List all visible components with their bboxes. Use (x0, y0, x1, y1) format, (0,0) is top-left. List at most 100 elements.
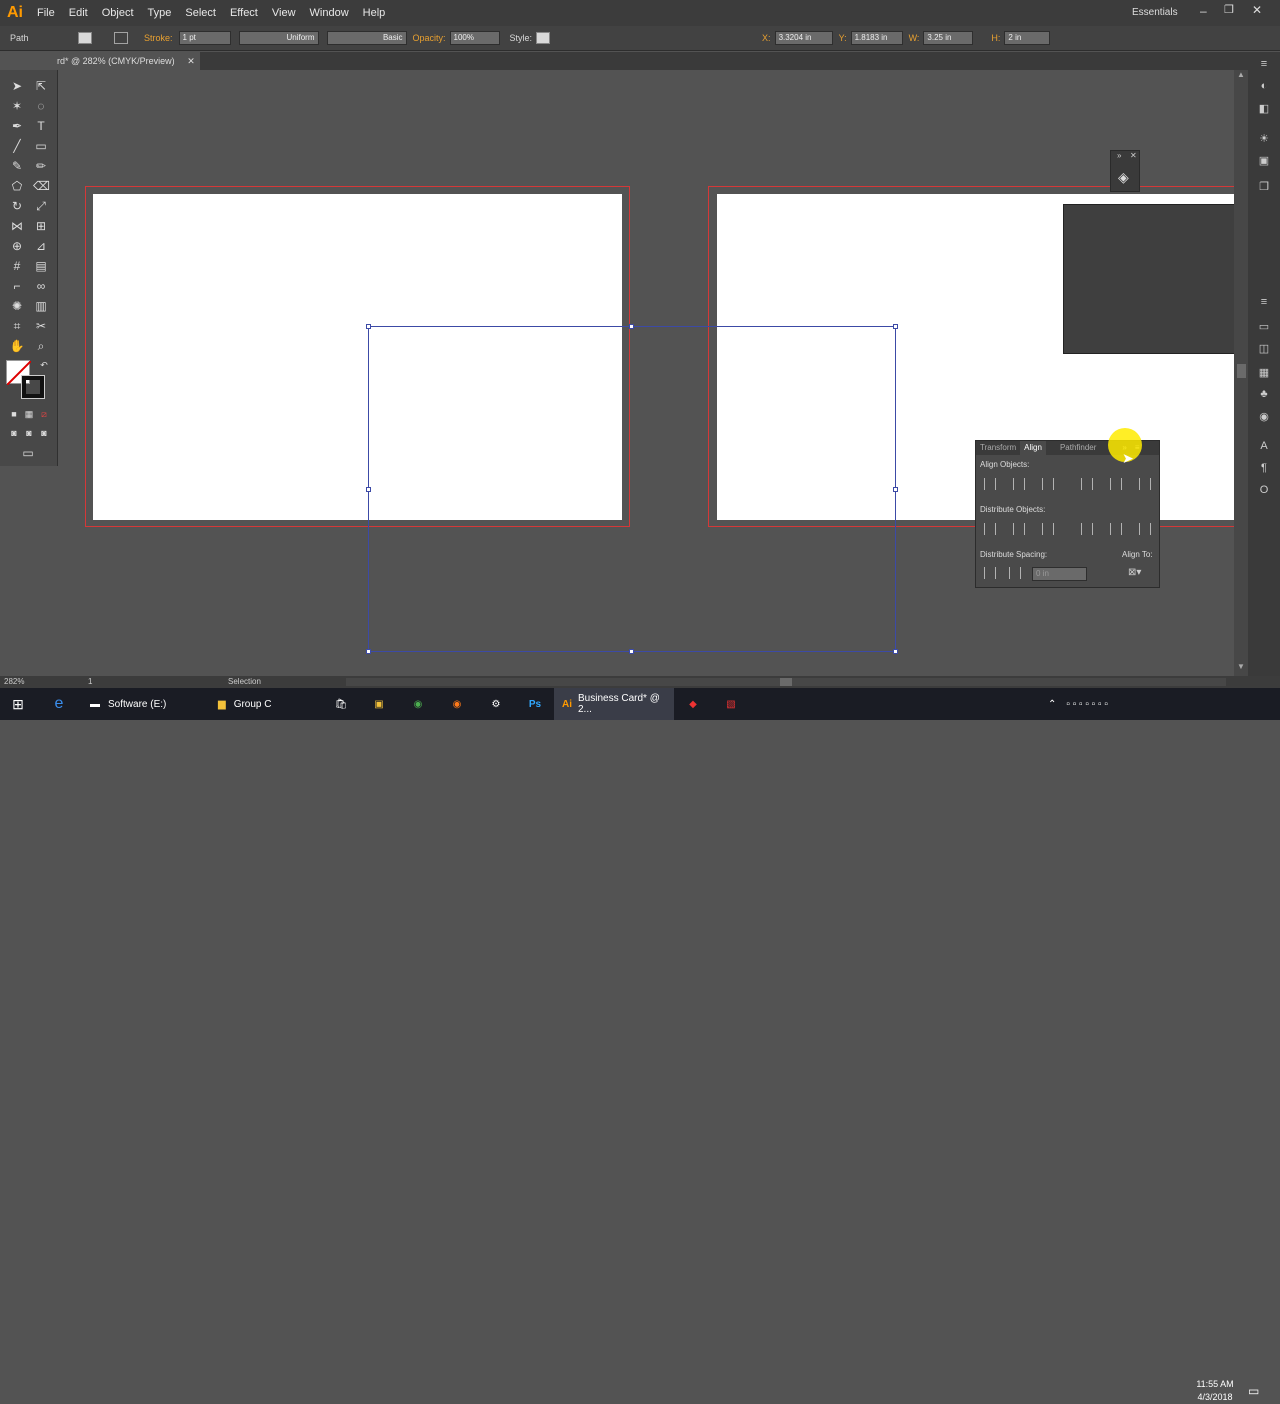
slice-tool-icon[interactable]: ✂ (33, 319, 49, 333)
opentype-panel-icon[interactable]: O (1257, 484, 1271, 496)
align-to-dropdown[interactable]: ⊠▾ (1128, 567, 1141, 578)
mesh-tool-icon[interactable]: # (9, 259, 25, 273)
appearance-panel-icon[interactable]: ☀ (1257, 132, 1271, 145)
handle-bottom-right[interactable] (893, 649, 898, 654)
handle-bottom-left[interactable] (366, 649, 371, 654)
chrome-icon[interactable]: ◉ (398, 688, 438, 720)
pdf-app-icon[interactable]: ▧ (712, 688, 750, 720)
close-icon[interactable]: ✕ (1252, 3, 1262, 17)
selection-tool-icon[interactable]: ➤ (9, 79, 25, 93)
handle-top-left[interactable] (366, 324, 371, 329)
taskbar-illustrator-window[interactable]: Ai Business Card* @ 2... (554, 688, 674, 720)
align-horizontal-center-icon[interactable] (1013, 478, 1025, 490)
menu-edit[interactable]: Edit (62, 0, 95, 26)
close-panel-icon[interactable]: ✕ (1130, 151, 1137, 160)
menu-select[interactable]: Select (178, 0, 223, 26)
handle-bottom-center[interactable] (629, 649, 634, 654)
zoom-level[interactable]: 282% (4, 677, 24, 686)
x-field[interactable]: 3.3204 in (774, 31, 833, 45)
graphic-styles-icon[interactable]: ▣ (1257, 154, 1271, 167)
selected-path[interactable] (368, 326, 896, 652)
free-transform-tool-icon[interactable]: ⊞ (33, 219, 49, 233)
align-vertical-center-icon[interactable] (1110, 478, 1122, 490)
draw-behind-icon[interactable]: ◙ (21, 426, 37, 440)
shaper-tool-icon[interactable]: ⬠ (9, 179, 25, 193)
scale-tool-icon[interactable]: ⤢ (33, 199, 49, 213)
notification-icon[interactable]: ▭ (1248, 1384, 1259, 1398)
swatches-panel-icon[interactable]: ▦ (1257, 366, 1271, 379)
paintbrush-tool-icon[interactable]: ✎ (9, 159, 25, 173)
menu-view[interactable]: View (265, 0, 303, 26)
tray-icons[interactable]: ▫ ▫ ▫ ▫ ▫ ▫ ▫ (1066, 688, 1107, 720)
document-tab[interactable]: rd* @ 282% (CMYK/Preview) ✕ (0, 52, 200, 70)
color-guide-icon[interactable]: ◧ (1257, 102, 1271, 115)
firefox-icon[interactable]: ◉ (438, 688, 476, 720)
pencil-tool-icon[interactable]: ✏ (33, 159, 49, 173)
gradient-mode-icon[interactable]: ▦ (21, 407, 37, 421)
stroke-color-swatch[interactable] (21, 375, 45, 399)
spacing-value-field[interactable]: 0 in (1032, 567, 1087, 581)
paragraph-panel-icon[interactable]: ¶ (1257, 462, 1271, 474)
expand-panel-icon[interactable]: » (1117, 151, 1121, 160)
style-swatch[interactable] (536, 32, 551, 44)
h-field[interactable]: 2 in (1004, 31, 1051, 45)
eyedropper-tool-icon[interactable]: ⌐ (9, 279, 25, 293)
minimize-icon[interactable]: – (1200, 4, 1207, 18)
handle-top-center[interactable] (629, 324, 634, 329)
stroke-panel-icon[interactable]: ≡ (1257, 296, 1271, 308)
vertical-scrollbar[interactable]: ▲ ▼ (1234, 70, 1248, 676)
page-number[interactable]: 1 (88, 677, 92, 686)
brushes-panel-icon[interactable]: ◉ (1257, 410, 1271, 423)
align-bottom-icon[interactable] (1139, 478, 1151, 490)
handle-middle-left[interactable] (366, 487, 371, 492)
draw-inside-icon[interactable]: ◙ (36, 426, 52, 440)
dock-menu-icon[interactable]: ≡ (1257, 58, 1271, 70)
menu-help[interactable]: Help (356, 0, 393, 26)
explorer-icon[interactable]: ▣ (360, 688, 398, 720)
perspective-grid-tool-icon[interactable]: ⊿ (33, 239, 49, 253)
menu-object[interactable]: Object (95, 0, 141, 26)
y-field[interactable]: 1.8183 in (850, 31, 903, 45)
opacity-field[interactable]: 100% (449, 31, 500, 45)
distribute-horizontal-center-icon[interactable] (1110, 523, 1122, 535)
gradient-tool-icon[interactable]: ▤ (33, 259, 49, 273)
workspace-switcher[interactable]: Essentials (1132, 7, 1178, 18)
width-tool-icon[interactable]: ⋈ (9, 219, 25, 233)
menu-file[interactable]: File (30, 0, 62, 26)
color-mode-icon[interactable]: ■ (6, 407, 22, 421)
layers-icon[interactable]: ◈ (1118, 169, 1129, 186)
scroll-down-icon[interactable]: ▼ (1237, 662, 1245, 671)
none-mode-icon[interactable]: ⧄ (36, 407, 52, 421)
screen-mode-icon[interactable]: ▭ (20, 446, 36, 460)
taskbar-folder-group-c[interactable]: ▆ Group C (202, 688, 322, 720)
align-top-icon[interactable] (1081, 478, 1093, 490)
vertical-distribute-space-icon[interactable] (984, 567, 996, 579)
menu-window[interactable]: Window (303, 0, 356, 26)
scroll-up-icon[interactable]: ▲ (1237, 70, 1245, 79)
line-tool-icon[interactable]: ╱ (9, 139, 25, 153)
brush-select[interactable]: Basic (326, 31, 407, 45)
rotate-tool-icon[interactable]: ↻ (9, 199, 25, 213)
draw-normal-icon[interactable]: ◙ (6, 426, 22, 440)
align-left-icon[interactable] (984, 478, 996, 490)
distribute-top-icon[interactable] (984, 523, 996, 535)
taskbar-drive-software[interactable]: ▬ Software (E:) (82, 688, 202, 720)
transparency-panel-icon[interactable]: ◫ (1257, 342, 1271, 355)
app-icon[interactable]: ⚙ (476, 688, 516, 720)
color-panel-icon[interactable]: ◐ (1257, 80, 1271, 92)
lasso-tool-icon[interactable]: ◌ (33, 99, 49, 113)
direct-selection-tool-icon[interactable]: ⇱ (33, 79, 49, 93)
hscroll-thumb[interactable] (780, 678, 792, 686)
handle-middle-right[interactable] (893, 487, 898, 492)
tab-align[interactable]: Align (1020, 441, 1046, 455)
stroke-swatch[interactable] (114, 32, 128, 44)
red-app-icon[interactable]: ◆ (674, 688, 712, 720)
w-field[interactable]: 3.25 in (923, 31, 974, 45)
maximize-icon[interactable]: ❐ (1224, 3, 1234, 16)
swap-colors-icon[interactable]: ↶ (36, 358, 52, 372)
zoom-tool-icon[interactable]: ⌕ (33, 339, 49, 353)
hand-tool-icon[interactable]: ✋ (9, 339, 25, 353)
clock[interactable]: 11:55 AM 4/3/2018 (1192, 1378, 1238, 1404)
tab-pathfinder[interactable]: Pathfinder (1056, 441, 1100, 455)
distribute-bottom-icon[interactable] (1042, 523, 1054, 535)
